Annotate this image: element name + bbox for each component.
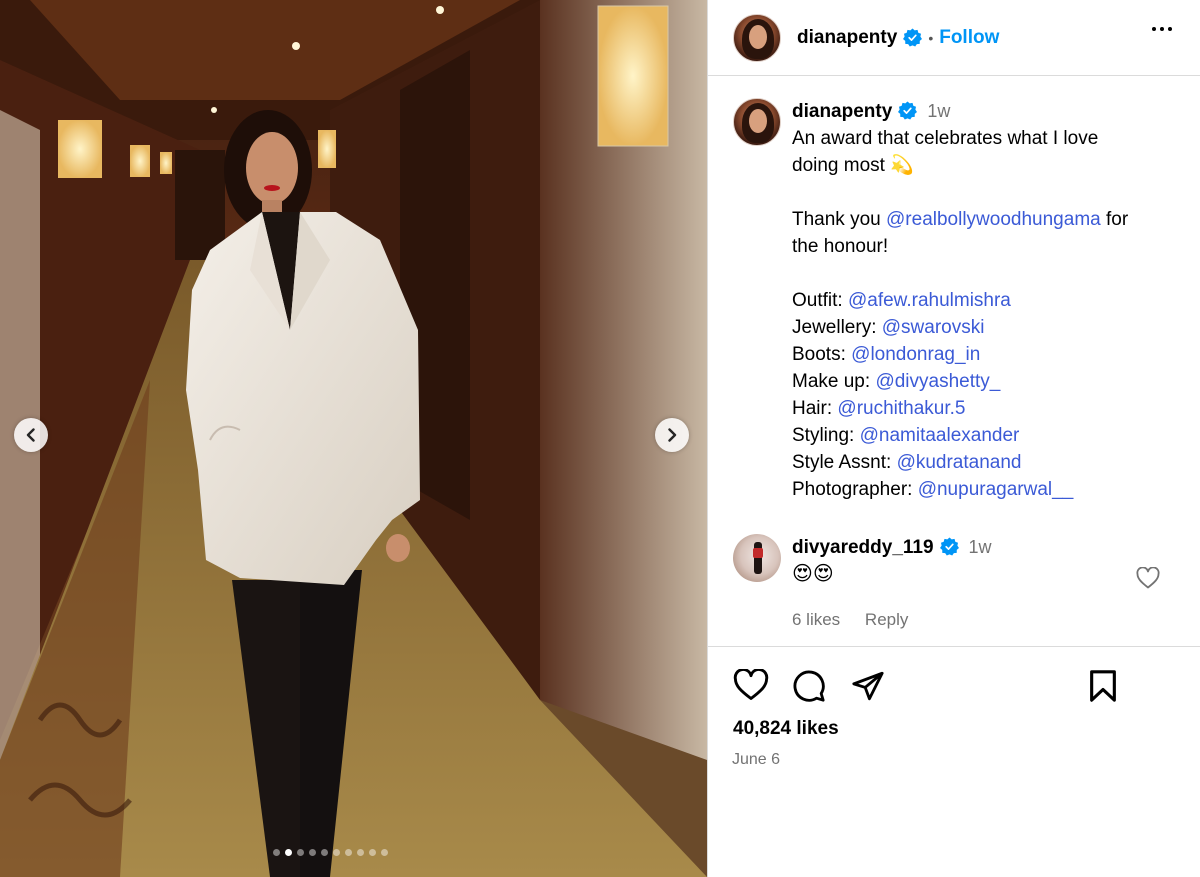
thanks-line-2: the honour! [792, 236, 889, 257]
separator-dot: • [928, 29, 934, 46]
credit-label: Style Assnt: [792, 452, 892, 473]
post-panel: dianapenty • Follow dianapenty 1w An awar… [707, 0, 1200, 877]
credit-mention-link[interactable]: @londonrag_in [851, 344, 980, 365]
carousel-dot [381, 849, 388, 856]
post-photo [0, 0, 707, 877]
follow-button[interactable]: Follow [939, 27, 999, 49]
reply-button[interactable]: Reply [865, 610, 908, 629]
save-bookmark-icon[interactable] [1088, 669, 1118, 708]
credit-mention-link[interactable]: @namitaalexander [860, 425, 1020, 446]
carousel-dot [357, 849, 364, 856]
comment-bubble-icon[interactable] [792, 669, 826, 708]
chevron-left-icon [26, 428, 35, 442]
verified-badge-icon [939, 537, 959, 556]
credit-line: Style Assnt: @kudratanand [792, 449, 1128, 476]
carousel-dot [333, 849, 340, 856]
avatar[interactable] [733, 13, 781, 62]
comment-text: 😍😍 [792, 563, 834, 585]
post-likes-count[interactable]: 40,824 likes [733, 718, 839, 740]
caption-line-2: doing most [792, 155, 885, 176]
caption-avatar[interactable] [733, 98, 781, 146]
credit-label: Make up: [792, 371, 871, 392]
comment: divyareddy_119 1w 😍😍 6 likes Reply [733, 534, 1180, 633]
carousel-dot [285, 849, 292, 856]
caption-time[interactable]: 1w [927, 101, 950, 121]
credit-label: Hair: [792, 398, 833, 419]
post-footer: 40,824 likes June 6 [708, 646, 1200, 768]
comment-time[interactable]: 1w [969, 537, 992, 557]
credit-mention-link[interactable]: @nupuragarwal__ [918, 479, 1074, 500]
credit-line: Hair: @ruchithakur.5 [792, 395, 1128, 422]
caption-line-1: An award that celebrates what I love [792, 128, 1099, 149]
credit-mention-link[interactable]: @swarovski [882, 317, 985, 338]
comment-username[interactable]: divyareddy_119 [792, 537, 934, 558]
credit-line: Styling: @namitaalexander [792, 422, 1128, 449]
like-heart-icon[interactable] [733, 668, 769, 706]
carousel-dot [369, 849, 376, 856]
credit-mention-link[interactable]: @kudratanand [897, 452, 1022, 473]
credit-line: Make up: @divyashetty_ [792, 368, 1128, 395]
verified-badge-icon [903, 28, 923, 47]
more-options-icon[interactable] [1152, 27, 1172, 31]
carousel-next-button[interactable] [655, 418, 689, 452]
post-header: dianapenty • Follow [708, 0, 1200, 76]
comment-likes[interactable]: 6 likes [792, 610, 840, 629]
credit-label: Jewellery: [792, 317, 877, 338]
carousel-dot [297, 849, 304, 856]
comment-avatar[interactable] [733, 534, 781, 582]
credit-label: Outfit: [792, 290, 843, 311]
credit-line: Boots: @londonrag_in [792, 341, 1128, 368]
caption-username[interactable]: dianapenty [792, 101, 892, 122]
verified-badge-icon [898, 101, 918, 120]
credit-label: Boots: [792, 344, 846, 365]
credit-label: Styling: [792, 425, 855, 446]
share-paper-plane-icon[interactable] [851, 669, 885, 708]
carousel-indicator [273, 849, 388, 856]
credit-line: Photographer: @nupuragarwal__ [792, 476, 1128, 503]
author-username[interactable]: dianapenty [797, 27, 897, 49]
carousel-dot [273, 849, 280, 856]
post-date[interactable]: June 6 [732, 751, 780, 769]
carousel-dot [309, 849, 316, 856]
dizzy-emoji: 💫 [890, 155, 914, 176]
carousel-dot [345, 849, 352, 856]
credit-mention-link[interactable]: @divyashetty_ [875, 371, 1000, 392]
post-media [0, 0, 707, 877]
carousel-dot [321, 849, 328, 856]
thanks-suffix: for [1106, 209, 1129, 230]
credit-mention-link[interactable]: @afew.rahulmishra [848, 290, 1011, 311]
mention-link[interactable]: @realbollywoodhungama [886, 209, 1101, 230]
credit-label: Photographer: [792, 479, 913, 500]
carousel-prev-button[interactable] [14, 418, 48, 452]
credit-line: Outfit: @afew.rahulmishra [792, 287, 1128, 314]
credit-mention-link[interactable]: @ruchithakur.5 [837, 398, 965, 419]
credit-line: Jewellery: @swarovski [792, 314, 1128, 341]
caption: dianapenty 1w An award that celebrates wh… [733, 98, 1180, 503]
like-comment-heart-icon[interactable] [1136, 566, 1160, 594]
credits-list: Outfit: @afew.rahulmishra Jewellery: @swa… [792, 287, 1128, 503]
thanks-prefix: Thank you [792, 209, 881, 230]
chevron-right-icon [668, 428, 677, 442]
